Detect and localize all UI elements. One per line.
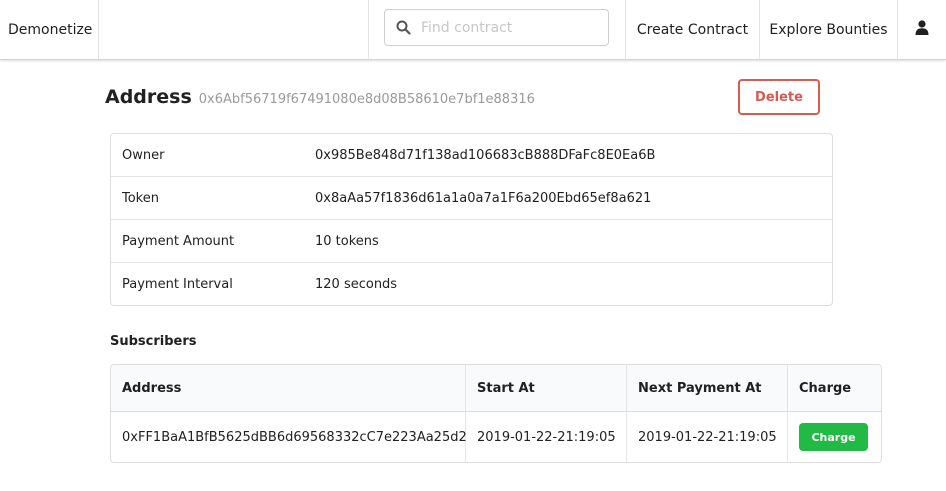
explore-bounties-label: Explore Bounties (769, 21, 888, 38)
create-contract-label: Create Contract (636, 21, 749, 38)
page-title: Address 0x6Abf56719f67491080e8d08B58610e… (105, 86, 535, 108)
delete-button[interactable]: Delete (738, 79, 820, 115)
detail-row-payment-amount: Payment Amount 10 tokens (111, 220, 832, 263)
detail-value: 10 tokens (315, 233, 379, 249)
detail-label: Payment Interval (122, 276, 233, 292)
brand-link[interactable]: Demonetize (0, 0, 99, 59)
detail-label: Payment Amount (122, 233, 235, 249)
detail-value: 120 seconds (315, 276, 398, 292)
address-heading: Address (105, 86, 192, 108)
create-contract-link[interactable]: Create Contract (625, 0, 759, 59)
subscribers-heading: Subscribers (110, 334, 197, 349)
user-icon (915, 20, 929, 39)
column-header-next-payment-at: Next Payment At (627, 365, 788, 411)
contract-address: 0x6Abf56719f67491080e8d08B58610e7bf1e883… (198, 92, 535, 107)
detail-label: Owner (122, 147, 165, 163)
top-navbar: Demonetize Create Contract Explore Bount… (0, 0, 946, 60)
subscriber-start-at: 2019-01-22-21:19:05 (466, 412, 627, 462)
detail-row-payment-interval: Payment Interval 120 seconds (111, 263, 832, 305)
charge-button[interactable]: Charge (799, 423, 868, 451)
contract-details-table: Owner 0x985Be848d71f138ad106683cB888DFaF… (110, 133, 833, 306)
detail-label: Token (122, 190, 159, 206)
detail-row-owner: Owner 0x985Be848d71f138ad106683cB888DFaF… (111, 134, 832, 177)
table-header-row: Address Start At Next Payment At Charge (111, 365, 881, 412)
explore-bounties-link[interactable]: Explore Bounties (759, 0, 897, 59)
user-menu-button[interactable] (897, 0, 946, 59)
nav-spacer (99, 0, 369, 59)
subscriber-address: 0xFF1BaA1BfB5625dBB6d69568332cC7e223Aa25… (111, 412, 467, 462)
column-header-charge: Charge (799, 380, 852, 396)
detail-value: 0x8aAa57f1836d61a1a0a7a1F6a200Ebd65ef8a6… (315, 190, 652, 206)
brand-label: Demonetize (8, 21, 93, 38)
column-header-address: Address (111, 365, 466, 411)
detail-value: 0x985Be848d71f138ad106683cB888DFaFc8E0Ea… (315, 147, 656, 163)
column-header-start-at: Start At (466, 365, 627, 411)
charge-cell: Charge (788, 412, 881, 462)
detail-row-token: Token 0x8aAa57f1836d61a1a0a7a1F6a200Ebd6… (111, 177, 832, 220)
subscriber-next-payment-at: 2019-01-22-21:19:05 (627, 412, 788, 462)
table-row: 0xFF1BaA1BfB5625dBB6d69568332cC7e223Aa25… (111, 412, 881, 462)
search-box[interactable] (384, 9, 609, 46)
subscribers-table: Address Start At Next Payment At Charge … (110, 364, 882, 463)
search-input[interactable] (421, 19, 601, 36)
search-icon (385, 10, 421, 45)
